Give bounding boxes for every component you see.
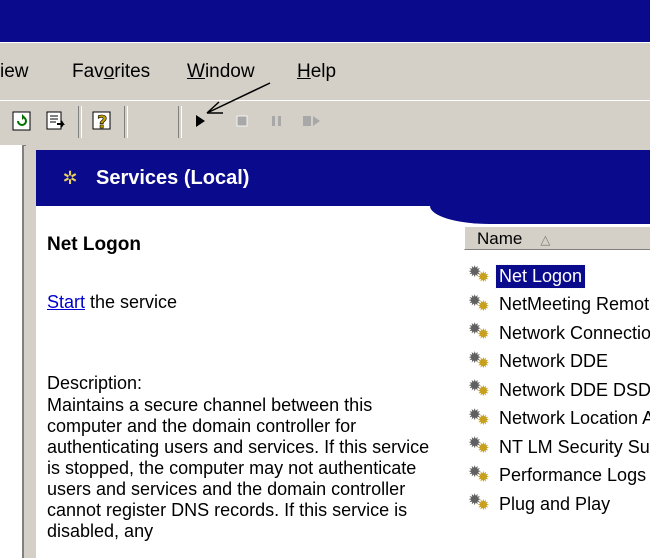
help-icon[interactable]: ? <box>88 107 116 135</box>
menu-window[interactable]: Window <box>187 62 255 81</box>
list-item-label: NT LM Security Support Provider <box>499 436 650 457</box>
column-header-name[interactable]: Name △ <box>464 226 650 250</box>
menu-window-mnemonic: W <box>187 61 205 82</box>
service-gear-icon: ✹ ✹ <box>468 347 490 372</box>
service-gear-icon: ✹ ✹ <box>468 290 490 315</box>
menu-favorites-mnemonic: o <box>103 61 115 82</box>
services-gear-icon: ✲ <box>62 167 78 189</box>
menu-help[interactable]: Help <box>297 62 336 81</box>
list-item[interactable]: ✹✹ Performance Logs and Alerts <box>464 462 650 491</box>
list-item[interactable]: ✹✹ NetMeeting Remote Desktop Sharing <box>464 291 650 320</box>
description-label: Description: <box>47 373 143 393</box>
toolbar-separator <box>78 106 82 138</box>
menu-help-mnemonic: H <box>297 61 311 82</box>
list-item[interactable]: ✹ ✹ Network DDE DSDM <box>464 376 650 405</box>
list-item-label: Network DDE <box>499 351 609 372</box>
list-item[interactable]: ✹ ✹ Plug and Play <box>464 490 650 519</box>
menu-favorites-text-a: Fav <box>72 61 104 82</box>
page-title: Services (Local) <box>96 166 250 189</box>
list-item-label: Network Location Awareness <box>499 408 650 429</box>
service-name-heading: Net Logon <box>47 234 141 255</box>
menu-favorites[interactable]: Favorites <box>72 62 150 81</box>
list-item[interactable]: ✹ ✹ Network DDE <box>464 348 650 377</box>
services-header: ✲ Services (Local) <box>36 150 650 206</box>
header-curve-decoration <box>430 206 650 224</box>
list-item[interactable]: ✹✹ NT LM Security Support Provider <box>464 433 650 462</box>
start-service-line: Start the service <box>47 292 177 313</box>
service-gear-icon: ✹ ✹ <box>468 433 490 458</box>
window-title-bar[interactable] <box>0 0 650 42</box>
list-item-label: Net Logon <box>494 263 587 289</box>
list-item-label: NetMeeting Remote Desktop Sharing <box>499 294 650 315</box>
pointer-annotation-arrow <box>206 82 271 114</box>
start-service-link[interactable]: Start <box>47 292 85 312</box>
menu-window-text: indow <box>204 61 255 82</box>
service-gear-icon: ✹ ✹ <box>468 461 490 486</box>
list-item-label: Network DDE DSDM <box>499 379 650 400</box>
menu-view[interactable]: iew <box>0 62 29 81</box>
sort-ascending-icon: △ <box>540 232 551 247</box>
service-gear-icon: ✹ ✹ <box>468 262 490 287</box>
list-item[interactable]: ✹✹ Network Location Awareness <box>464 405 650 434</box>
svg-text:?: ? <box>97 112 107 133</box>
refresh-icon[interactable] <box>8 107 36 135</box>
list-item[interactable]: ✹ ✹ Net Logon <box>464 262 650 291</box>
description-text: Maintains a secure channel between this … <box>47 395 430 541</box>
services-list: ✹✹Net Logon ✹✹NetMeeting Remote Desktop … <box>464 262 650 519</box>
export-list-icon[interactable] <box>42 107 70 135</box>
toolbar-separator <box>124 106 128 138</box>
list-item-label: Plug and Play <box>499 493 611 514</box>
service-gear-icon: ✹ ✹ <box>468 319 490 344</box>
restart-service-icon[interactable] <box>298 107 326 135</box>
list-item-label: Network Connections <box>499 322 650 343</box>
menu-help-text: elp <box>310 61 337 82</box>
service-gear-icon: ✹ ✹ <box>468 404 490 429</box>
service-gear-icon: ✹ ✹ <box>468 376 490 401</box>
start-service-suffix: the service <box>85 292 178 312</box>
toolbar-separator <box>178 106 182 138</box>
list-item[interactable]: ✹✹ Network Connections <box>464 319 650 348</box>
column-header-label: Name <box>477 229 523 248</box>
list-item-label: Performance Logs and Alerts <box>499 465 650 486</box>
menu-favorites-text-b: rites <box>114 61 151 82</box>
console-tree-pane[interactable] <box>0 145 24 558</box>
service-gear-icon: ✹ ✹ <box>468 490 490 515</box>
